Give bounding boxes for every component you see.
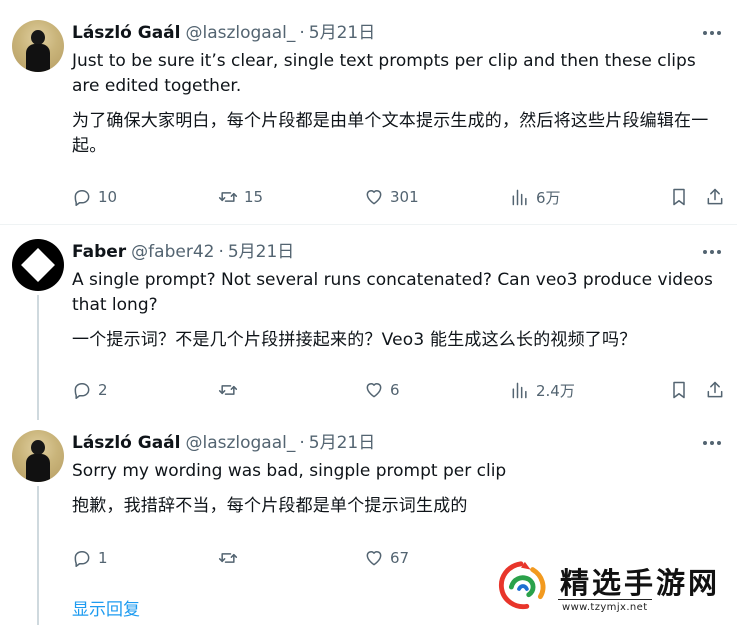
- views-count: 6万: [536, 188, 561, 207]
- reply-icon: [74, 383, 90, 399]
- views-button[interactable]: 2.4万: [510, 378, 575, 402]
- reply-count: 10: [98, 188, 118, 206]
- bookmark-button[interactable]: [669, 185, 689, 209]
- separator-dot: ·: [299, 433, 305, 453]
- tweet-1[interactable]: László Gaál @laszlogaal_ · 5月21日 Just to…: [0, 0, 737, 224]
- separator-dot: ·: [299, 23, 305, 43]
- tweet-text-en: Sorry my wording was bad, singple prompt…: [72, 461, 507, 481]
- reply-icon: [74, 190, 90, 206]
- watermark-text: 精选手游网: [560, 566, 721, 600]
- bookmark-icon: [673, 381, 685, 399]
- bookmark-button[interactable]: [669, 378, 689, 402]
- views-count: 2.4万: [536, 381, 575, 400]
- share-button[interactable]: [705, 185, 725, 209]
- retweet-icon: [218, 553, 238, 563]
- retweet-icon: [218, 192, 238, 202]
- tweet-header: László Gaál @laszlogaal_ · 5月21日: [72, 22, 723, 44]
- watermark-url: www.tzymjx.net: [558, 599, 652, 613]
- bookmark-icon: [673, 188, 685, 206]
- like-count: 67: [390, 549, 410, 567]
- retweet-button[interactable]: [218, 378, 244, 402]
- reply-button[interactable]: 10: [72, 185, 117, 209]
- tweet-date[interactable]: 5月21日: [309, 22, 375, 44]
- share-icon: [707, 381, 723, 398]
- separator-dot: ·: [218, 242, 224, 262]
- thread-line: [37, 486, 39, 625]
- retweet-icon: [218, 385, 238, 395]
- avatar[interactable]: [12, 20, 64, 72]
- like-button[interactable]: 6: [364, 378, 400, 402]
- views-button[interactable]: 6万: [510, 185, 561, 209]
- reply-icon: [74, 551, 90, 567]
- reply-button[interactable]: 2: [72, 378, 108, 402]
- author-name[interactable]: László Gaál: [72, 432, 180, 454]
- like-icon: [366, 551, 382, 566]
- share-icon: [707, 188, 723, 205]
- tweet-text-zh: 为了确保大家明白，每个片段都是由单个文本提示生成的，然后将这些片段编辑在一起。: [72, 111, 709, 156]
- author-handle[interactable]: @laszlogaal_: [185, 22, 295, 44]
- tweet-header: Faber @faber42 · 5月21日: [72, 241, 723, 263]
- tweet-text-zh: 一个提示词？不是几个片段拼接起来的？Veo3 能生成这么长的视频了吗？: [72, 330, 637, 350]
- author-name[interactable]: László Gaál: [72, 22, 180, 44]
- more-icon[interactable]: [701, 434, 723, 452]
- tweet-text-zh: 抱歉，我措辞不当，每个片段都是单个提示词生成的: [72, 496, 468, 516]
- tweet-actions: 10 15 301 6万: [72, 185, 725, 209]
- reply-count: 1: [98, 549, 108, 567]
- thread-line: [37, 295, 39, 420]
- like-icon: [366, 190, 382, 205]
- tweet-date[interactable]: 5月21日: [228, 241, 294, 263]
- views-icon: [512, 189, 527, 206]
- show-replies-link[interactable]: 显示回复: [72, 595, 140, 620]
- like-count: 6: [390, 381, 400, 399]
- more-icon[interactable]: [701, 24, 723, 42]
- like-icon: [366, 383, 382, 398]
- tweet-text-en: Just to be sure it’s clear, single text …: [72, 51, 696, 96]
- reply-count: 2: [98, 381, 108, 399]
- retweet-count: 15: [244, 188, 264, 206]
- avatar[interactable]: [12, 430, 64, 482]
- share-button[interactable]: [705, 378, 725, 402]
- author-name[interactable]: Faber: [72, 241, 126, 263]
- watermark: 精选手游网 www.tzymjx.net: [488, 552, 737, 625]
- avatar[interactable]: [12, 239, 64, 291]
- author-handle[interactable]: @laszlogaal_: [185, 432, 295, 454]
- retweet-button[interactable]: [218, 546, 244, 570]
- tweet-text-en: A single prompt? Not several runs concat…: [72, 270, 713, 315]
- tweet-2[interactable]: Faber @faber42 · 5月21日 A single prompt? …: [0, 225, 737, 420]
- tweet-actions: 2 6 2.4万: [72, 378, 725, 402]
- author-handle[interactable]: @faber42: [131, 241, 214, 263]
- watermark-logo-icon: [498, 561, 546, 610]
- like-button[interactable]: 301: [364, 185, 419, 209]
- more-icon[interactable]: [701, 243, 723, 261]
- like-button[interactable]: 67: [364, 546, 409, 570]
- like-count: 301: [390, 188, 419, 206]
- tweet-date[interactable]: 5月21日: [309, 432, 375, 454]
- retweet-button[interactable]: 15: [218, 185, 263, 209]
- tweet-header: László Gaál @laszlogaal_ · 5月21日: [72, 432, 723, 454]
- reply-button[interactable]: 1: [72, 546, 108, 570]
- views-icon: [512, 382, 527, 399]
